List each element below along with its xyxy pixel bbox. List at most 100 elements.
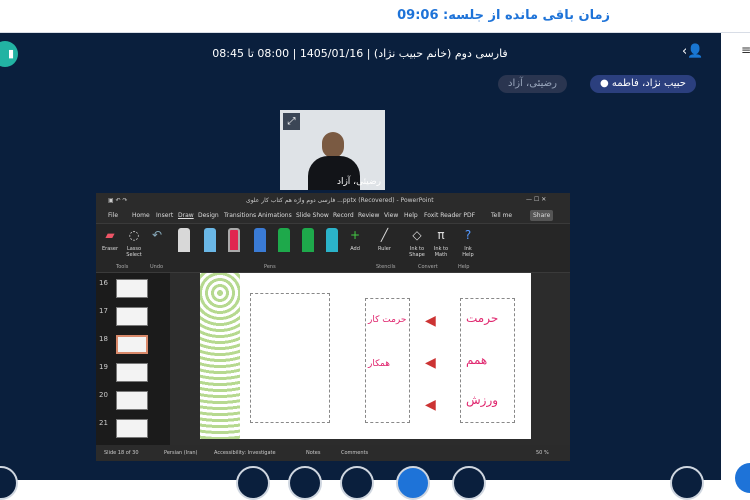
group-convert: Convert xyxy=(418,264,438,270)
help-icon: ? xyxy=(464,228,472,242)
menu-home[interactable]: Home xyxy=(132,212,150,219)
undo-button[interactable]: ↶ xyxy=(152,228,162,246)
participant-video: ⤢ رضیئی، آزاد xyxy=(280,110,385,190)
thumb-number: 18 xyxy=(99,335,108,343)
group-help: Help xyxy=(458,264,470,270)
thumb-number: 21 xyxy=(99,419,108,427)
draw-ribbon: ▰ Eraser ◌ Lasso Select ↶ + Add ╱ Ruler ◇ Ink… xyxy=(96,223,570,273)
share-button[interactable]: Share xyxy=(530,210,554,221)
menu-view[interactable]: View xyxy=(384,212,398,219)
slide-thumbnail-selected[interactable] xyxy=(116,335,148,354)
accessibility[interactable]: Accessibility: Investigate xyxy=(214,450,276,456)
slide-word: حرمت xyxy=(466,311,499,325)
participant-chip[interactable]: رضیئی، آزاد xyxy=(498,75,567,93)
lasso-button[interactable]: ◌ Lasso Select xyxy=(124,228,144,258)
comments-button[interactable]: Comments xyxy=(341,450,368,456)
slide-thumbnail[interactable] xyxy=(116,391,148,410)
answer-boxes xyxy=(250,293,330,423)
eraser-icon: ▰ xyxy=(105,228,115,242)
pen-green[interactable] xyxy=(278,228,290,252)
pen-red[interactable] xyxy=(228,228,240,252)
control-button-active[interactable] xyxy=(396,466,430,500)
current-slide[interactable]: حرمت همم ورزش حرمت کار همکار ◀ ◀ ◀ xyxy=(200,273,531,439)
ppt-titlebar: ▣ ↶ ↷ فارسی دوم واژه هم کتاب کار علوی ..… xyxy=(96,193,570,209)
slide-word: ورزش xyxy=(466,393,499,407)
participant-chip[interactable]: حبیب نژاد، فاطمه ● xyxy=(590,75,696,93)
pen-blue-2[interactable] xyxy=(254,228,266,252)
control-button[interactable] xyxy=(288,466,322,500)
plus-icon: + xyxy=(350,228,361,242)
menu-insert[interactable]: Insert xyxy=(156,212,173,219)
expand-icon[interactable]: ⤢ xyxy=(283,113,300,130)
shape-icon: ◇ xyxy=(412,228,422,242)
language: Persian (Iran) xyxy=(164,450,198,456)
video-name: رضیئی، آزاد xyxy=(336,177,381,187)
thumb-number: 17 xyxy=(99,307,108,315)
menu-draw[interactable]: Draw xyxy=(178,212,194,219)
menu-animations[interactable]: Animations xyxy=(258,212,292,219)
control-button[interactable] xyxy=(236,466,270,500)
slide-word: همکار xyxy=(368,359,391,369)
group-undo: Undo xyxy=(150,264,164,270)
right-strip: ≡ xyxy=(721,33,750,493)
pen-teal[interactable] xyxy=(326,228,338,252)
menu-foxit[interactable]: Foxit Reader PDF xyxy=(424,212,475,219)
arrow-icon: ◀ xyxy=(425,313,436,329)
person-head xyxy=(322,132,344,158)
remaining-time: زمان باقی مانده از جلسه: 09:06 xyxy=(397,8,610,23)
menu-design[interactable]: Design xyxy=(198,212,219,219)
thumb-number: 19 xyxy=(99,363,108,371)
user-icon[interactable]: ‹👤 xyxy=(682,44,703,59)
save-icon[interactable]: ▣ ↶ ↷ xyxy=(108,197,128,204)
pen-green-2[interactable] xyxy=(302,228,314,252)
ink-to-math-button[interactable]: π Ink to Math xyxy=(430,228,452,258)
pi-icon: π xyxy=(437,228,445,242)
window-controls[interactable]: — ☐ ✕ xyxy=(526,196,546,203)
menu-slideshow[interactable]: Slide Show xyxy=(296,212,329,219)
menu-help[interactable]: Help xyxy=(404,212,418,219)
group-stencils: Stencils xyxy=(376,264,396,270)
control-button[interactable] xyxy=(452,466,486,500)
pen-blue[interactable] xyxy=(204,228,216,252)
notes-button[interactable]: Notes xyxy=(306,450,320,456)
menu-tellme[interactable]: Tell me xyxy=(491,212,512,219)
ruler-button[interactable]: ╱ Ruler xyxy=(378,228,391,252)
arrow-icon: ◀ xyxy=(425,397,436,413)
ppt-statusbar: Slide 18 of 30 Persian (Iran) Accessibil… xyxy=(96,445,570,461)
group-tools: Tools xyxy=(116,264,129,270)
menu-file[interactable]: File xyxy=(108,212,118,219)
eraser-button[interactable]: ▰ Eraser xyxy=(102,228,118,252)
arrow-icon: ◀ xyxy=(425,355,436,371)
add-pen-button[interactable]: + Add xyxy=(350,228,360,252)
meeting-area: ▮ فارسی دوم (خانم حبیب نژاد) | 1405/01/1… xyxy=(0,33,721,500)
menu-transitions[interactable]: Transitions xyxy=(224,212,256,219)
slide-thumbnail[interactable] xyxy=(116,279,148,298)
thumb-number: 16 xyxy=(99,279,108,287)
session-title: فارسی دوم (خانم حبیب نژاد) | 1405/01/16 … xyxy=(212,47,508,60)
slide-word: حرمت کار xyxy=(368,315,407,325)
green-pattern xyxy=(200,273,240,439)
zoom-level[interactable]: 50 % xyxy=(536,450,549,456)
ppt-title: فارسی دوم واژه هم کتاب کار علوی ...pptx … xyxy=(246,197,434,204)
slide-thumbnail[interactable] xyxy=(116,363,148,382)
menu-record[interactable]: Record xyxy=(333,212,354,219)
ppt-menu: File Home Insert Draw Design Transitions… xyxy=(96,209,570,223)
undo-icon: ↶ xyxy=(152,228,163,242)
control-button[interactable] xyxy=(670,466,704,500)
ink-to-shape-button[interactable]: ◇ Ink to Shape xyxy=(406,228,428,258)
chart-icon[interactable]: ▮ xyxy=(0,41,18,67)
control-button[interactable] xyxy=(340,466,374,500)
slide-thumbnail[interactable] xyxy=(116,307,148,326)
ink-help-button[interactable]: ? Ink Help xyxy=(458,228,478,258)
pen-black[interactable] xyxy=(178,228,190,252)
chat-icon[interactable] xyxy=(735,463,750,493)
slide-thumbnails: 16 17 18 19 20 21 xyxy=(96,273,170,445)
top-bar: زمان باقی مانده از جلسه: 09:06 xyxy=(0,0,750,33)
slide-canvas: حرمت همم ورزش حرمت کار همکار ◀ ◀ ◀ xyxy=(170,273,570,445)
ruler-icon: ╱ xyxy=(380,228,389,242)
slide-word: همم xyxy=(466,353,488,367)
slide-thumbnail[interactable] xyxy=(116,419,148,438)
menu-icon[interactable]: ≡ xyxy=(741,43,750,57)
control-button[interactable] xyxy=(0,466,18,500)
menu-review[interactable]: Review xyxy=(358,212,379,219)
